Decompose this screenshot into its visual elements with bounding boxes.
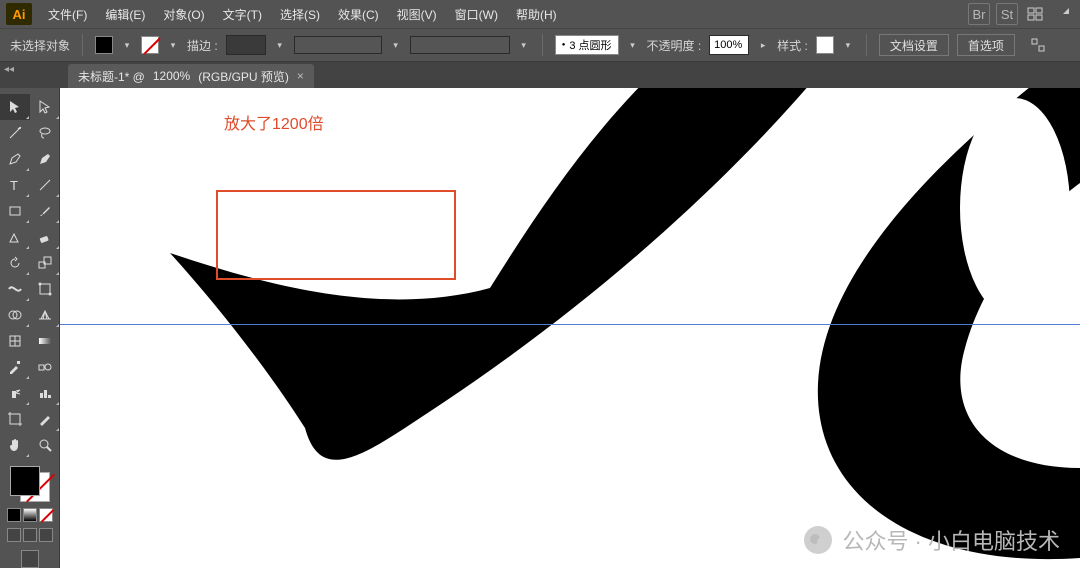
fill-stroke-control[interactable] bbox=[8, 464, 52, 504]
stroke-weight-field[interactable] bbox=[226, 35, 266, 55]
document-tab[interactable]: 未标题-1* @ 1200% (RGB/GPU 预览) × bbox=[68, 64, 314, 88]
brush-preview[interactable] bbox=[410, 36, 510, 54]
opacity-label: 不透明度 : bbox=[647, 37, 702, 54]
screen-mode[interactable] bbox=[21, 550, 39, 568]
menu-edit[interactable]: 编辑(E) bbox=[97, 2, 153, 27]
eraser-tool[interactable] bbox=[30, 224, 60, 250]
menu-help[interactable]: 帮助(H) bbox=[508, 2, 565, 27]
opacity-dropdown[interactable]: ▸ bbox=[757, 36, 769, 54]
artboard-tool[interactable] bbox=[0, 406, 30, 432]
color-mode-solid[interactable] bbox=[7, 508, 21, 522]
magic-wand-tool[interactable] bbox=[0, 120, 30, 146]
canvas[interactable]: 放大了1200倍 公众号 · 小白电脑技术 bbox=[60, 88, 1080, 568]
stroke-profile-dropdown[interactable]: ▾ bbox=[390, 36, 402, 54]
stroke-weight-dropdown[interactable]: ▾ bbox=[274, 36, 286, 54]
column-graph-tool[interactable] bbox=[30, 380, 60, 406]
type-tool[interactable]: T bbox=[0, 172, 30, 198]
document-setup-button[interactable]: 文档设置 bbox=[879, 34, 949, 56]
blend-tool[interactable] bbox=[30, 354, 60, 380]
menu-file[interactable]: 文件(F) bbox=[40, 2, 95, 27]
color-mode-none[interactable] bbox=[39, 508, 53, 522]
annotation-text: 放大了1200倍 bbox=[224, 110, 324, 134]
menu-window[interactable]: 窗口(W) bbox=[447, 2, 506, 27]
preferences-button[interactable]: 首选项 bbox=[957, 34, 1015, 56]
wechat-icon bbox=[804, 526, 832, 554]
curvature-tool[interactable] bbox=[30, 146, 60, 172]
draw-normal[interactable] bbox=[7, 528, 21, 542]
perspective-grid-tool[interactable] bbox=[30, 302, 60, 328]
menu-view[interactable]: 视图(V) bbox=[389, 2, 445, 27]
zoom-tool[interactable] bbox=[30, 432, 60, 458]
selection-status: 未选择对象 bbox=[10, 37, 70, 54]
tools-panel: T bbox=[0, 88, 60, 568]
eyedropper-tool[interactable] bbox=[0, 354, 30, 380]
brush-definition-dropdown[interactable]: ▾ bbox=[627, 36, 639, 54]
gpu-icon[interactable] bbox=[1052, 3, 1074, 25]
stroke-dropdown[interactable]: ▾ bbox=[167, 36, 179, 54]
shape-builder-tool[interactable] bbox=[0, 302, 30, 328]
stroke-label: 描边 : bbox=[187, 37, 218, 54]
tab-row: ◂◂ 未标题-1* @ 1200% (RGB/GPU 预览) × bbox=[0, 62, 1080, 88]
shaper-tool[interactable] bbox=[0, 224, 30, 250]
menu-effect[interactable]: 效果(C) bbox=[330, 2, 387, 27]
scale-tool[interactable] bbox=[30, 250, 60, 276]
pen-tool[interactable] bbox=[0, 146, 30, 172]
menu-type[interactable]: 文字(T) bbox=[215, 2, 270, 27]
rectangle-tool[interactable] bbox=[0, 198, 30, 224]
artwork-vector bbox=[60, 88, 1080, 568]
hand-tool[interactable] bbox=[0, 432, 30, 458]
rotate-tool[interactable] bbox=[0, 250, 30, 276]
fill-box[interactable] bbox=[10, 466, 40, 496]
draw-behind[interactable] bbox=[23, 528, 37, 542]
brush-definition-combo[interactable]: ● 3 点圆形 bbox=[555, 35, 619, 55]
fill-dropdown[interactable]: ▾ bbox=[121, 36, 133, 54]
width-tool[interactable] bbox=[0, 276, 30, 302]
fill-swatch[interactable] bbox=[95, 36, 113, 54]
color-mode-gradient[interactable] bbox=[23, 508, 37, 522]
control-bar: 未选择对象 ▾ ▾ 描边 : ▾ ▾ ▾ ● 3 点圆形 ▾ 不透明度 : 10… bbox=[0, 28, 1080, 62]
tab-title-suffix: (RGB/GPU 预览) bbox=[198, 68, 289, 85]
slice-tool[interactable] bbox=[30, 406, 60, 432]
tab-close-icon[interactable]: × bbox=[297, 69, 304, 83]
horizontal-guide[interactable] bbox=[60, 324, 1080, 325]
lasso-tool[interactable] bbox=[30, 120, 60, 146]
selection-tool[interactable] bbox=[0, 94, 30, 120]
opacity-field[interactable]: 100% bbox=[709, 35, 749, 55]
watermark-text: 公众号 · 小白电脑技术 bbox=[842, 524, 1060, 556]
brush-preview-dropdown[interactable]: ▾ bbox=[518, 36, 530, 54]
menu-object[interactable]: 对象(O) bbox=[155, 2, 212, 27]
svg-text:T: T bbox=[10, 178, 18, 193]
stock-icon[interactable]: St bbox=[996, 3, 1018, 25]
panel-collapse-icon[interactable]: ◂◂ bbox=[4, 64, 14, 75]
tab-title-prefix: 未标题-1* @ bbox=[78, 68, 145, 85]
align-pixel-icon[interactable] bbox=[1027, 34, 1049, 56]
style-label: 样式 : bbox=[777, 37, 808, 54]
line-tool[interactable] bbox=[30, 172, 60, 198]
symbol-sprayer-tool[interactable] bbox=[0, 380, 30, 406]
style-dropdown[interactable]: ▾ bbox=[842, 36, 854, 54]
style-swatch[interactable] bbox=[816, 36, 834, 54]
arrange-docs-icon[interactable] bbox=[1024, 3, 1046, 25]
gradient-tool[interactable] bbox=[30, 328, 60, 354]
paintbrush-tool[interactable] bbox=[30, 198, 60, 224]
menu-bar: Ai 文件(F) 编辑(E) 对象(O) 文字(T) 选择(S) 效果(C) 视… bbox=[0, 0, 1080, 28]
draw-inside[interactable] bbox=[39, 528, 53, 542]
free-transform-tool[interactable] bbox=[30, 276, 60, 302]
menu-select[interactable]: 选择(S) bbox=[272, 2, 328, 27]
watermark: 公众号 · 小白电脑技术 bbox=[804, 524, 1060, 556]
app-logo: Ai bbox=[6, 3, 32, 25]
stroke-profile[interactable] bbox=[294, 36, 382, 54]
brush-definition-label: 3 点圆形 bbox=[569, 37, 611, 53]
annotation-rectangle bbox=[216, 190, 456, 280]
bridge-icon[interactable]: Br bbox=[968, 3, 990, 25]
mesh-tool[interactable] bbox=[0, 328, 30, 354]
tab-zoom: 1200% bbox=[153, 69, 190, 83]
stroke-swatch[interactable] bbox=[141, 36, 159, 54]
direct-selection-tool[interactable] bbox=[30, 94, 60, 120]
